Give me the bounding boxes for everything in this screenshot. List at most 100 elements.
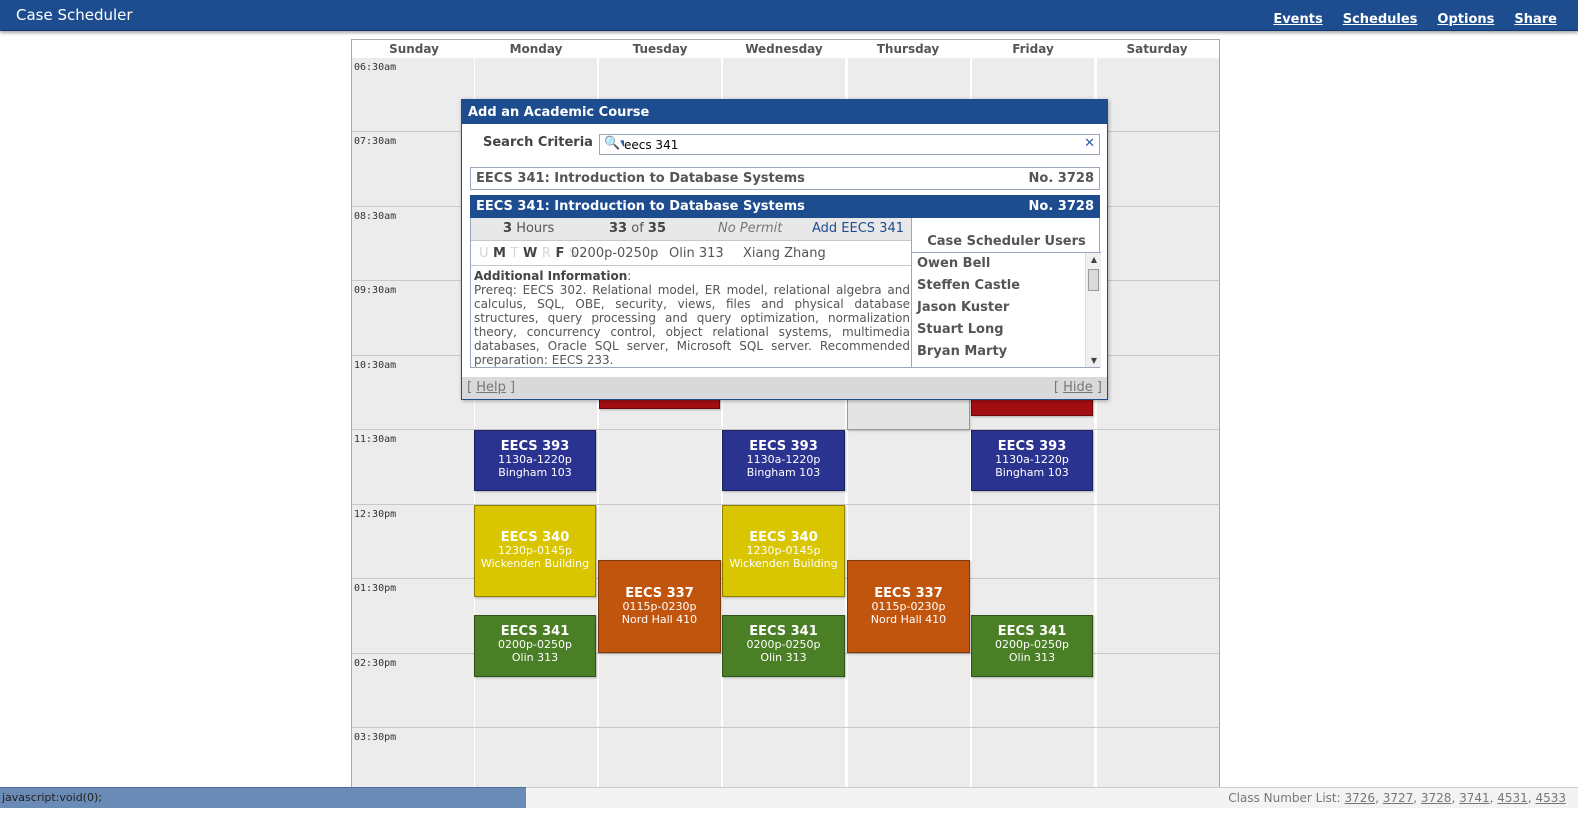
time-label: 11:30am xyxy=(354,434,397,445)
event-room: Bingham 103 xyxy=(995,466,1069,479)
meeting-time: 0200p-0250p xyxy=(571,246,659,261)
time-label: 06:30am xyxy=(354,62,397,73)
day-letter: W xyxy=(523,246,538,261)
time-label: 01:30pm xyxy=(354,583,397,594)
scroll-down-icon[interactable]: ▼ xyxy=(1086,356,1101,365)
additional-information: Additional Information: Prereq: EECS 302… xyxy=(474,269,910,367)
search-result-row[interactable]: EECS 341: Introduction to Database Syste… xyxy=(470,167,1100,190)
dialog-footer: [ Help ] [ Hide ] xyxy=(467,380,1102,395)
event-room: Olin 313 xyxy=(760,651,807,664)
calendar-event[interactable]: EECS 340 1230p-0145p Wickenden Building xyxy=(722,505,845,597)
user-item[interactable]: Bryan Marty xyxy=(917,344,1007,359)
nav-share-link[interactable]: Share xyxy=(1514,12,1557,27)
top-bar: Case Scheduler Events Schedules Options … xyxy=(0,0,1578,31)
search-input[interactable] xyxy=(624,136,1074,153)
day-letter: F xyxy=(555,246,565,261)
permit-status: No Permit xyxy=(718,221,783,236)
calendar-event[interactable]: EECS 393 1130a-1220p Bingham 103 xyxy=(971,430,1093,491)
calendar-event[interactable]: EECS 341 0200p-0250p Olin 313 xyxy=(971,615,1093,677)
event-room: Wickenden Building xyxy=(729,557,838,570)
event-time: 0200p-0250p xyxy=(995,638,1069,651)
time-label: 09:30am xyxy=(354,285,397,296)
user-item[interactable]: Jason Kuster xyxy=(917,300,1009,315)
event-title: EECS 341 xyxy=(749,624,818,639)
search-result-row-selected[interactable]: EECS 341: Introduction to Database Syste… xyxy=(470,195,1100,218)
search-box[interactable]: 🔍▾ ✕ xyxy=(599,134,1100,155)
meeting-days: U M T W R F S xyxy=(479,246,577,261)
event-time: 1230p-0145p xyxy=(498,544,572,557)
result-course-number: No. 3728 xyxy=(1028,199,1094,214)
scroll-up-icon[interactable]: ▲ xyxy=(1086,255,1101,264)
add-course-dialog: Add an Academic Course Search Criteria 🔍… xyxy=(461,99,1108,400)
event-time: 0200p-0250p xyxy=(746,638,821,651)
result-course-name: EECS 341: Introduction to Database Syste… xyxy=(476,171,805,186)
users-scrollbar[interactable]: ▲ ▼ xyxy=(1085,253,1101,367)
nav-options-link[interactable]: Options xyxy=(1437,12,1494,27)
class-number-link[interactable]: 3741 xyxy=(1459,791,1490,805)
meeting-row: U M T W R F S 0200p-0250p Olin 313 Xiang… xyxy=(471,240,911,266)
day-column-saturday[interactable] xyxy=(1097,58,1219,788)
day-letter: M xyxy=(493,246,506,261)
event-title: EECS 341 xyxy=(500,624,570,639)
users-heading: Case Scheduler Users xyxy=(927,234,1086,249)
hide-link[interactable]: Hide xyxy=(1063,380,1093,395)
event-title: EECS 337 xyxy=(625,586,694,601)
scroll-thumb[interactable] xyxy=(1088,269,1099,291)
event-title: EECS 393 xyxy=(500,439,570,454)
day-letter: U xyxy=(479,246,489,261)
day-letter: T xyxy=(510,246,519,261)
add-course-link[interactable]: Add EECS 341 xyxy=(812,221,904,236)
nav-events-link[interactable]: Events xyxy=(1273,12,1322,27)
calendar-event[interactable]: EECS 337 0115p-0230p Nord Hall 410 xyxy=(598,560,721,653)
browser-status-bar: javascript:void(0); xyxy=(0,787,526,808)
result-course-number: No. 3728 xyxy=(1028,171,1094,186)
day-header-monday: Monday xyxy=(509,42,563,56)
nav-schedules-link[interactable]: Schedules xyxy=(1343,12,1418,27)
day-column-sunday[interactable] xyxy=(352,58,474,788)
event-title: EECS 340 xyxy=(749,530,818,545)
event-room: Olin 313 xyxy=(511,651,559,664)
additional-info-title: Additional Information xyxy=(474,269,628,283)
event-time: 0200p-0250p xyxy=(498,638,572,651)
clear-icon[interactable]: ✕ xyxy=(1084,136,1095,151)
scheduler-users-panel: Case Scheduler Users Owen Bell Steffen C… xyxy=(911,218,1101,368)
event-room: Wickenden Building xyxy=(480,557,590,570)
class-number-link[interactable]: 4531 xyxy=(1497,791,1528,805)
calendar-event[interactable]: EECS 341 0200p-0250p Olin 313 xyxy=(722,615,845,677)
main-nav: Events Schedules Options Share xyxy=(1273,12,1557,27)
seat-count: 33 of 35 xyxy=(609,221,666,236)
hour-line xyxy=(352,727,1219,728)
class-number-list: Class Number List: 3726, 3727, 3728, 374… xyxy=(1228,791,1566,805)
calendar-event[interactable]: EECS 337 0115p-0230p Nord Hall 410 xyxy=(847,560,970,653)
class-number-link[interactable]: 3728 xyxy=(1421,791,1452,805)
class-number-link[interactable]: 4533 xyxy=(1535,791,1566,805)
time-label: 03:30pm xyxy=(354,732,397,743)
event-time: 1130a-1220p xyxy=(746,453,821,466)
event-title: EECS 393 xyxy=(749,439,818,454)
calendar-event[interactable]: EECS 393 1130a-1220p Bingham 103 xyxy=(722,430,845,491)
class-number-bar: Class Number List: 3726, 3727, 3728, 374… xyxy=(526,787,1578,808)
time-label: 02:30pm xyxy=(354,658,397,669)
instructor-name: Xiang Zhang xyxy=(743,246,826,261)
help-link[interactable]: Help xyxy=(476,380,506,395)
day-letter: R xyxy=(541,246,551,261)
calendar-event[interactable]: EECS 341 0200p-0250p Olin 313 xyxy=(474,615,596,677)
event-room: Bingham 103 xyxy=(746,466,821,479)
user-item[interactable]: Steffen Castle xyxy=(917,278,1020,293)
event-title: EECS 393 xyxy=(997,439,1067,454)
class-number-link[interactable]: 3726 xyxy=(1345,791,1376,805)
user-item[interactable]: Stuart Long xyxy=(917,322,1004,337)
event-title: EECS 341 xyxy=(997,624,1067,639)
time-label: 07:30am xyxy=(354,136,397,147)
event-time: 0115p-0230p xyxy=(622,600,697,613)
event-time: 0115p-0230p xyxy=(871,600,946,613)
course-summary-row: 3 Hours 33 of 35 No Permit Add EECS 341 xyxy=(471,218,911,240)
event-time: 1230p-0145p xyxy=(746,544,821,557)
time-label: 12:30pm xyxy=(354,509,397,520)
calendar-event[interactable]: EECS 393 1130a-1220p Bingham 103 xyxy=(474,430,596,491)
calendar-event[interactable]: EECS 340 1230p-0145p Wickenden Building xyxy=(474,505,596,597)
dialog-title[interactable]: Add an Academic Course xyxy=(462,100,1107,124)
user-item[interactable]: Owen Bell xyxy=(917,256,990,271)
class-number-link[interactable]: 3727 xyxy=(1383,791,1414,805)
event-room: Bingham 103 xyxy=(498,466,572,479)
